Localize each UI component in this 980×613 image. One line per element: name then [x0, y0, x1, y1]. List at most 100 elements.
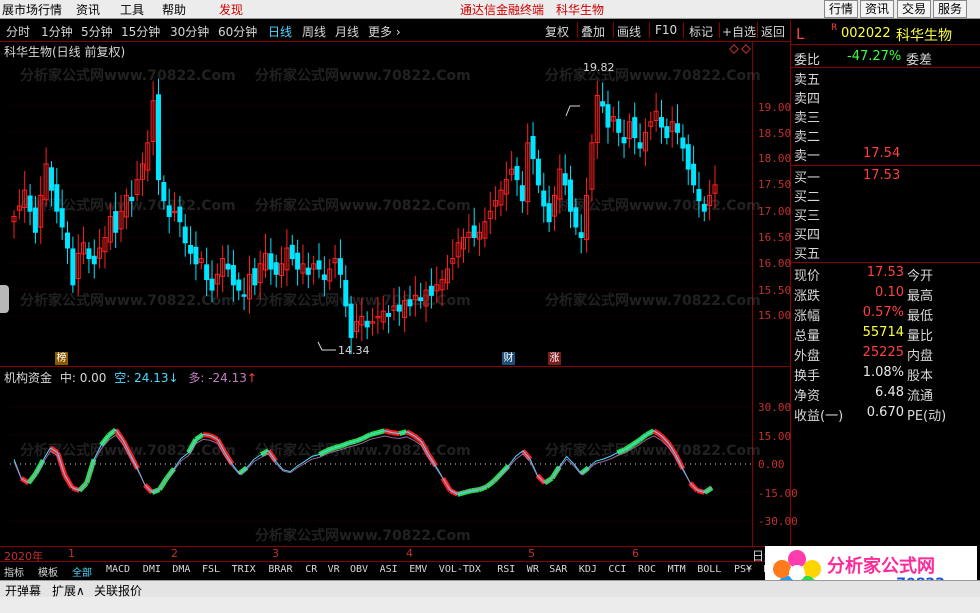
- diamond-icon[interactable]: [741, 44, 751, 54]
- candle-body: [230, 265, 236, 286]
- indicator-tab[interactable]: DMI: [143, 564, 161, 575]
- candle-body: [701, 203, 707, 212]
- app-title: 通达信金融终端: [460, 3, 545, 17]
- price-tick: 15.00: [758, 309, 792, 322]
- toolbar-divider: [683, 22, 684, 38]
- top-btn-service[interactable]: 服务: [933, 0, 968, 18]
- indicator-tab[interactable]: WR: [527, 564, 539, 575]
- marker-finance[interactable]: 财: [502, 352, 515, 365]
- menu-help[interactable]: 帮助: [162, 1, 186, 18]
- indicator-tab[interactable]: VR: [328, 564, 340, 575]
- marker-bang[interactable]: 榜: [55, 352, 68, 365]
- period-15min[interactable]: 15分钟: [121, 23, 160, 40]
- candlestick-chart[interactable]: [0, 42, 790, 366]
- candle-body: [65, 232, 71, 249]
- toolbar-divider: [757, 22, 758, 38]
- menu-discover[interactable]: 发现: [219, 1, 243, 18]
- period-30min[interactable]: 30分钟: [170, 23, 209, 40]
- indicator-tab[interactable]: EMV: [409, 564, 427, 575]
- top-btn-news[interactable]: 资讯: [860, 0, 895, 18]
- btn-mark[interactable]: 标记: [689, 23, 713, 40]
- indicator-tab[interactable]: 指标: [4, 564, 24, 579]
- indicator-tab[interactable]: FSL: [202, 564, 220, 575]
- date-axis-border: [0, 546, 790, 547]
- stat-label: 涨幅: [794, 309, 821, 324]
- indicator-tab[interactable]: MACD: [106, 564, 130, 575]
- period-weekly[interactable]: 周线: [302, 23, 326, 40]
- btn-back[interactable]: 返回: [761, 23, 785, 40]
- indicator-tab[interactable]: CCI: [608, 564, 626, 575]
- price-tick: 18.00: [758, 152, 792, 165]
- sell2-label: 卖二: [794, 130, 821, 145]
- sell5-label: 卖五: [794, 73, 821, 88]
- low-pointer: [317, 341, 336, 351]
- period-tick[interactable]: 分时: [6, 23, 30, 40]
- indicator-tab[interactable]: 模板: [38, 564, 58, 579]
- stat-label-right: 流通: [907, 389, 934, 404]
- candle-body: [59, 208, 65, 228]
- indicator-tab[interactable]: KDJ: [579, 564, 597, 575]
- marker-rise[interactable]: 涨: [548, 352, 561, 365]
- indicator-tick: -30.00: [758, 515, 798, 528]
- candle-body: [273, 262, 279, 275]
- r-mark: R: [831, 23, 838, 33]
- indicator-tab[interactable]: SAR: [549, 564, 567, 575]
- buy1-price: 17.53: [863, 168, 901, 183]
- collapse-handle[interactable]: [0, 285, 9, 313]
- toolbar-divider: [577, 22, 578, 38]
- candle-body: [268, 253, 274, 270]
- candle-body: [541, 190, 547, 207]
- btn-overlay[interactable]: 叠加: [581, 23, 605, 40]
- stock-code: 002022: [841, 26, 891, 41]
- weicha-label: 委差: [906, 53, 933, 68]
- badge-l: L: [796, 25, 805, 43]
- stat-label: 外盘: [794, 349, 821, 364]
- period-1min[interactable]: 1分钟: [41, 23, 73, 40]
- indicator-tick: 30.00: [758, 401, 792, 414]
- btn-draw[interactable]: 画线: [617, 23, 641, 40]
- indicator-tab[interactable]: VOL-TDX: [439, 564, 481, 575]
- period-toolbar: 分时 1分钟 5分钟 15分钟 30分钟 60分钟 日线 周线 月线 更多 › …: [0, 20, 790, 40]
- candle-body: [305, 267, 311, 275]
- long-line: [13, 434, 713, 494]
- menu-news[interactable]: 资讯: [76, 1, 100, 18]
- indicator-tab[interactable]: MTM: [668, 564, 686, 575]
- candle-body: [407, 299, 413, 307]
- period-monthly[interactable]: 月线: [335, 23, 359, 40]
- diamond-icon[interactable]: [729, 44, 739, 54]
- indicator-tab[interactable]: ROC: [638, 564, 656, 575]
- btn-f10[interactable]: F10: [655, 23, 677, 37]
- indicator-tab[interactable]: ASI: [380, 564, 398, 575]
- indicator-tab[interactable]: TRIX: [232, 564, 256, 575]
- btn-restore-rights[interactable]: 复权: [545, 23, 569, 40]
- period-5min[interactable]: 5分钟: [81, 23, 113, 40]
- indicator-tab[interactable]: CR: [305, 564, 317, 575]
- indicator-tab[interactable]: RSI: [497, 564, 515, 575]
- toolbar-divider: [613, 22, 614, 38]
- candle-body: [86, 248, 92, 260]
- indicator-chart[interactable]: [0, 367, 790, 545]
- toolbar-divider: [719, 22, 720, 38]
- indicator-tab[interactable]: BOLL: [697, 564, 721, 575]
- candle-body: [605, 104, 611, 128]
- indicator-tab[interactable]: BRAR: [268, 564, 292, 575]
- top-btn-quote[interactable]: 行情: [824, 0, 859, 18]
- period-daily[interactable]: 日线: [268, 23, 292, 40]
- candle-body: [471, 225, 477, 239]
- add-tab-icon[interactable]: +: [746, 564, 752, 575]
- indicator-tab[interactable]: OBV: [350, 564, 368, 575]
- indicator-tab[interactable]: DMA: [172, 564, 190, 575]
- candle-body: [535, 158, 541, 186]
- btn-add-watchlist[interactable]: +自选: [722, 23, 756, 40]
- period-60min[interactable]: 60分钟: [218, 23, 257, 40]
- menu-market[interactable]: 展市场行情: [2, 1, 62, 18]
- indicator-tabs: 指标 模板 全部 MACD DMI DMA FSL TRIX BRAR CR VR OBV ASI EMV…: [0, 563, 788, 579]
- period-more[interactable]: 更多 ›: [368, 23, 401, 40]
- menu-tools[interactable]: 工具: [120, 1, 144, 18]
- divider: [791, 165, 980, 166]
- indicator-tab[interactable]: 全部: [72, 564, 92, 579]
- date-month: 2: [171, 547, 178, 560]
- top-btn-trade[interactable]: 交易: [897, 0, 932, 18]
- top-menu-bar: 展市场行情 资讯 工具 帮助 发现 通达信金融终端 科华生物 行情 资讯 交易 …: [0, 0, 980, 19]
- date-year: 2020年: [4, 550, 43, 563]
